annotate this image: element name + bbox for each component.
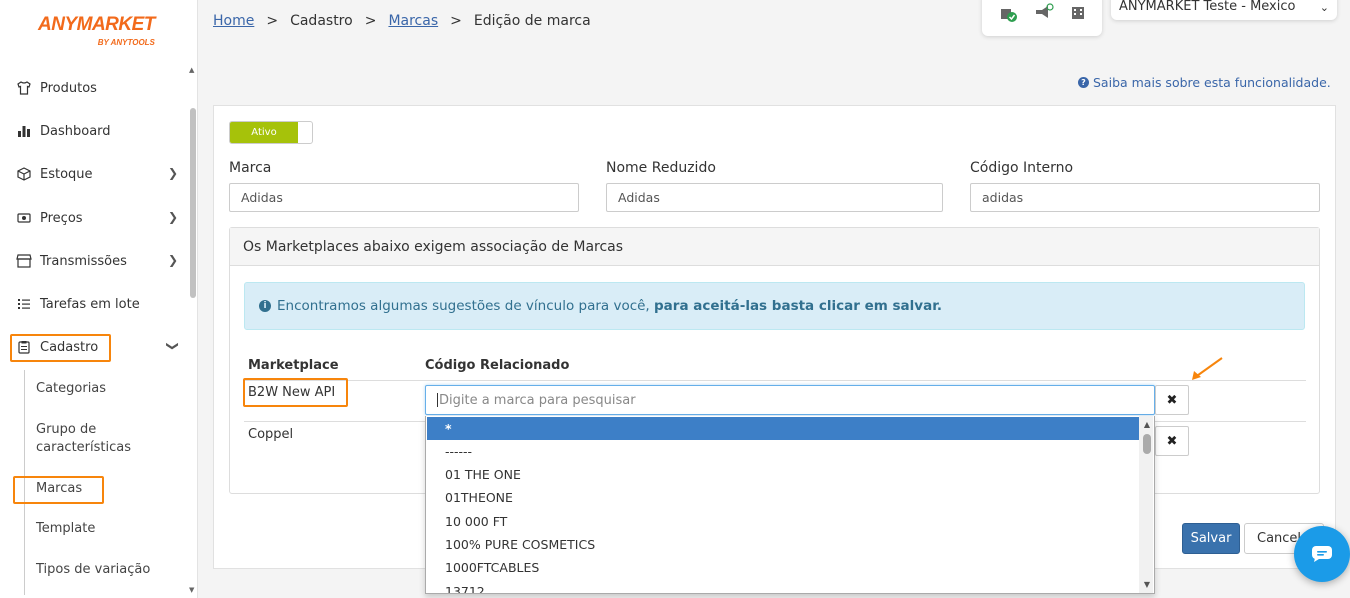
sidebar-subitem-tipos-variacao[interactable]: Tipos de variação xyxy=(36,561,150,579)
brand-search-input[interactable]: Digite a marca para pesquisar xyxy=(425,385,1155,415)
table-row-marketplace: B2W New API xyxy=(248,385,336,400)
shirt-icon xyxy=(16,80,32,96)
help-link-label: Saiba mais sobre esta funcionalidade. xyxy=(1093,75,1331,90)
sidebar-item-label: Transmissões xyxy=(40,253,127,269)
codigo-interno-label: Código Interno xyxy=(970,160,1074,176)
column-header-marketplace: Marketplace xyxy=(248,358,339,373)
anymarket-logo[interactable]: ANYMARKET BY ANYTOOLS xyxy=(38,14,155,47)
search-placeholder: Digite a marca para pesquisar xyxy=(439,392,636,408)
text-caret xyxy=(437,393,438,407)
breadcrumb-current: Edição de marca xyxy=(473,13,591,29)
sidebar-item-tarefas[interactable]: Tarefas em lote xyxy=(16,293,184,315)
money-icon xyxy=(16,210,32,226)
sidebar-subitem-marcas[interactable]: Marcas xyxy=(36,480,82,498)
marca-input[interactable]: Adidas xyxy=(229,183,579,212)
nome-reduzido-label: Nome Reduzido xyxy=(606,160,716,176)
sidebar-item-label: Cadastro xyxy=(40,339,99,355)
marca-label: Marca xyxy=(229,160,272,176)
breadcrumb: Home > Cadastro > Marcas > Edição de mar… xyxy=(213,13,591,29)
logo-byline: BY ANYTOOLS xyxy=(97,38,155,47)
scroll-down-icon[interactable]: ▼ xyxy=(189,586,194,594)
breadcrumb-cadastro: Cadastro xyxy=(290,13,353,29)
dropdown-option[interactable]: 13712 xyxy=(427,580,1139,593)
breadcrumb-home[interactable]: Home xyxy=(213,13,254,29)
marketplaces-title: Os Marketplaces abaixo exigem associação… xyxy=(230,228,1319,266)
breadcrumb-marcas[interactable]: Marcas xyxy=(388,13,438,29)
bar-chart-icon xyxy=(16,123,32,139)
dropdown-option[interactable]: * xyxy=(427,417,1139,440)
dropdown-option[interactable]: 100% PURE COSMETICS xyxy=(427,533,1139,556)
sidebar-item-label: Produtos xyxy=(40,80,97,96)
brand-dropdown-list[interactable]: * ------ 01 THE ONE 01THEONE 10 000 FT 1… xyxy=(425,416,1155,594)
suggestion-alert: i Encontramos algumas sugestões de víncu… xyxy=(244,282,1305,330)
table-row-marketplace: Coppel xyxy=(248,427,294,442)
sidebar-item-estoque[interactable]: Estoque ❯ xyxy=(16,163,184,185)
logo-brand: ANYMARKET xyxy=(38,14,155,35)
column-header-codigo: Código Relacionado xyxy=(425,358,570,373)
chevron-right-icon: ❯ xyxy=(167,166,178,180)
dropdown-option[interactable]: 01THEONE xyxy=(427,486,1139,509)
save-button[interactable]: Salvar xyxy=(1182,523,1240,554)
chevron-right-icon: ❯ xyxy=(167,210,178,224)
sidebar-item-precos[interactable]: Preços ❯ xyxy=(16,207,184,229)
scroll-up-icon[interactable]: ▲ xyxy=(1144,420,1150,429)
close-icon: ✖ xyxy=(1166,433,1178,449)
box-icon xyxy=(16,166,32,182)
megaphone-icon[interactable] xyxy=(1034,1,1054,27)
sidebar-item-label: Tarefas em lote xyxy=(40,296,140,312)
sidebar-item-transmissoes[interactable]: Transmissões ❯ xyxy=(16,250,184,272)
store-selector[interactable]: ANYMARKET Teste - Mexico ⌄ xyxy=(1111,0,1337,20)
chat-icon xyxy=(1312,546,1332,562)
clear-button[interactable]: ✖ xyxy=(1155,385,1189,415)
store-icon xyxy=(16,253,32,269)
chevron-down-icon: ⌄ xyxy=(1319,1,1329,14)
sidebar-item-label: Dashboard xyxy=(40,123,111,139)
sidebar-subitem-categorias[interactable]: Categorias xyxy=(36,380,106,398)
codigo-interno-input[interactable]: adidas xyxy=(970,183,1320,212)
sidebar: ANYMARKET BY ANYTOOLS Produtos Dashboard… xyxy=(0,0,198,598)
table-row-divider xyxy=(244,380,1306,381)
status-toggle[interactable]: Ativo xyxy=(229,121,313,144)
alert-text-bold: para aceitá-las basta clicar em salvar. xyxy=(654,298,943,314)
topbar-icon-group xyxy=(982,0,1102,36)
sidebar-item-produtos[interactable]: Produtos xyxy=(16,77,184,99)
question-icon: ? xyxy=(1078,77,1089,88)
clear-button[interactable]: ✖ xyxy=(1155,426,1189,456)
sidebar-subitem-template[interactable]: Template xyxy=(36,520,95,538)
dropdown-option[interactable]: 10 000 FT xyxy=(427,510,1139,533)
nome-reduzido-input[interactable]: Adidas xyxy=(606,183,943,212)
sidebar-item-label: Preços xyxy=(40,210,83,226)
help-link[interactable]: ? Saiba mais sobre esta funcionalidade. xyxy=(1078,75,1331,90)
dropdown-option[interactable]: 1000FTCABLES xyxy=(427,556,1139,579)
submenu-divider xyxy=(24,370,25,595)
list-icon xyxy=(16,296,32,312)
dropdown-option[interactable]: 01 THE ONE xyxy=(427,463,1139,486)
alert-text-regular: Encontramos algumas sugestões de vínculo… xyxy=(277,298,655,314)
sidebar-item-dashboard[interactable]: Dashboard xyxy=(16,120,184,142)
dropdown-scroll-thumb[interactable] xyxy=(1143,434,1151,454)
building-icon[interactable] xyxy=(1070,1,1086,27)
status-toggle-label: Ativo xyxy=(230,122,298,143)
info-icon: i xyxy=(259,300,271,312)
chevron-down-icon: ❯ xyxy=(165,340,180,352)
breadcrumb-separator: > xyxy=(364,13,377,29)
chat-button[interactable] xyxy=(1294,526,1350,582)
close-icon: ✖ xyxy=(1166,392,1178,408)
breadcrumb-separator: > xyxy=(450,13,462,29)
sidebar-subitem-grupo[interactable]: Grupo de características xyxy=(36,421,156,457)
scroll-down-icon[interactable]: ▼ xyxy=(1144,580,1150,589)
sidebar-scroll-thumb[interactable] xyxy=(190,108,196,298)
clipboard-icon xyxy=(16,339,32,355)
chevron-right-icon: ❯ xyxy=(167,253,178,267)
scroll-up-icon[interactable]: ▲ xyxy=(189,66,194,74)
breadcrumb-separator: > xyxy=(266,13,279,29)
store-name: ANYMARKET Teste - Mexico xyxy=(1119,0,1296,14)
server-status-icon[interactable] xyxy=(998,1,1018,27)
sidebar-item-label: Estoque xyxy=(40,166,93,182)
annotation-arrow-icon xyxy=(1192,357,1223,380)
alert-text: Encontramos algumas sugestões de vínculo… xyxy=(277,298,942,314)
dropdown-option[interactable]: ------ xyxy=(427,440,1139,463)
sidebar-item-cadastro[interactable]: Cadastro ❯ xyxy=(16,336,184,358)
